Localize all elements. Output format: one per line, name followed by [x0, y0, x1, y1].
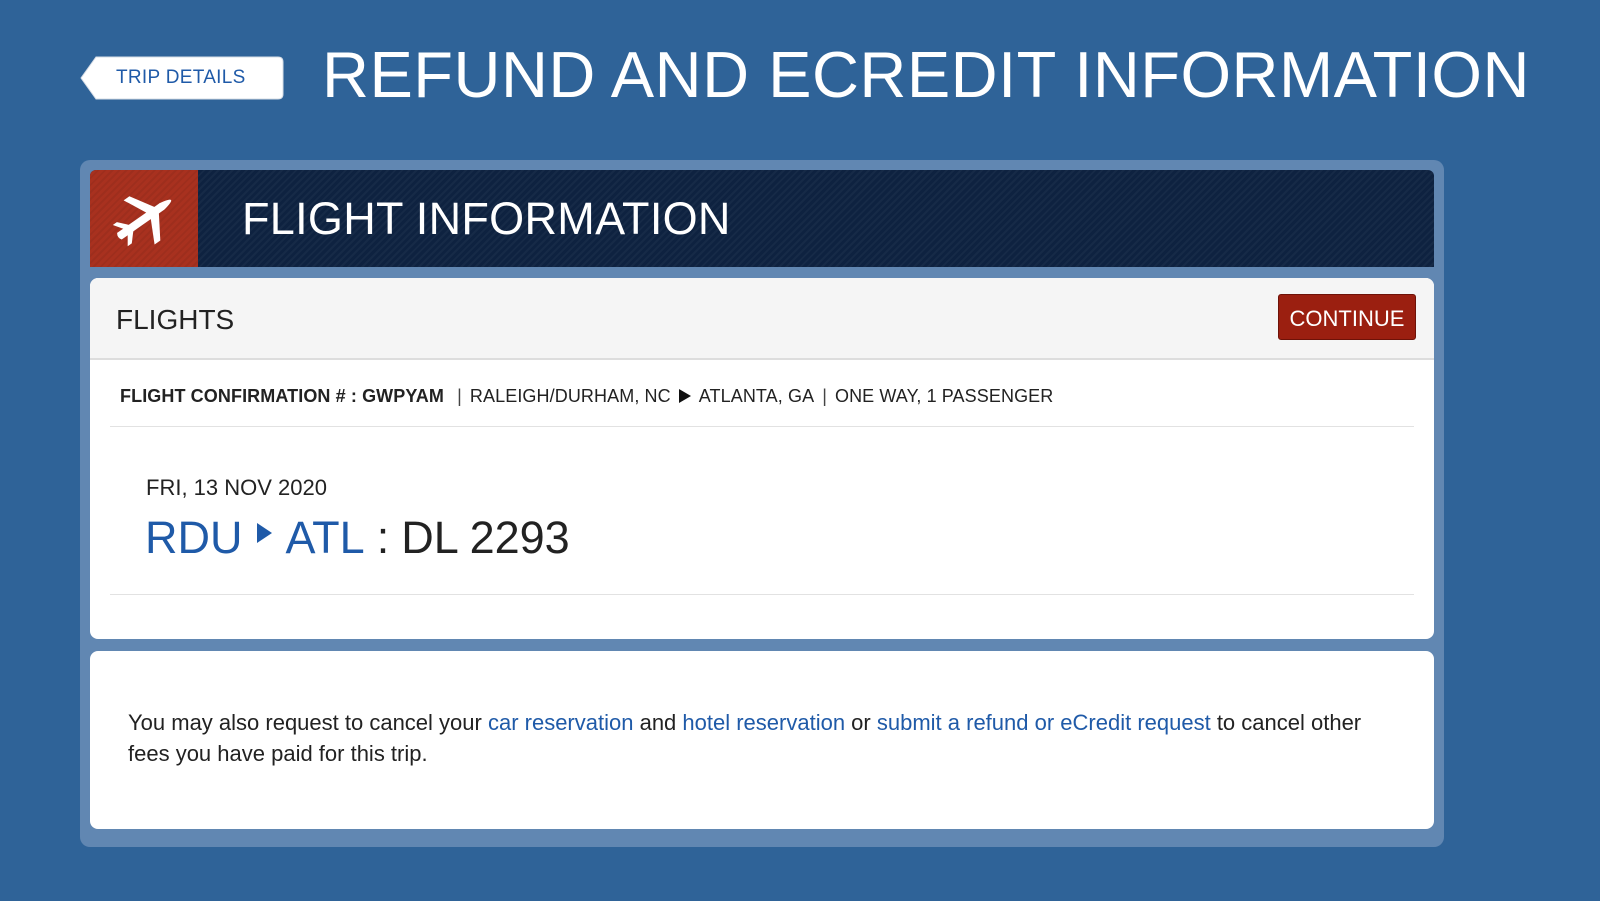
destination-airport-code[interactable]: ATL [286, 512, 365, 563]
route-arrow-icon [678, 389, 691, 403]
trip-details-button[interactable]: TRIP DETAILS [80, 56, 284, 100]
airplane-icon-box [90, 170, 198, 267]
flight-information-header: FLIGHT INFORMATION [90, 170, 1434, 267]
destination-city: ATLANTA, GA [698, 386, 815, 406]
confirmation-code: GWPYAM [362, 386, 445, 406]
confirmation-label: FLIGHT CONFIRMATION # : [120, 386, 357, 406]
trip-details-label: TRIP DETAILS [116, 67, 246, 88]
note-text-2: and [633, 710, 683, 735]
divider [110, 426, 1414, 427]
route-arrow-icon [256, 523, 272, 543]
origin-city: RALEIGH/DURHAM, NC [469, 386, 671, 406]
confirmation-line: FLIGHT CONFIRMATION # : GWPYAM | RALEIGH/… [120, 386, 1053, 407]
route-colon: : [376, 512, 390, 563]
note-text-3: or [845, 710, 877, 735]
additional-options-text: You may also request to cancel your car … [128, 707, 1408, 769]
flights-section-bar: FLIGHTS CONTINUE [90, 278, 1434, 360]
flight-number: DL 2293 [401, 512, 570, 563]
page-title: REFUND AND ECREDIT INFORMATION [322, 38, 1530, 111]
flights-section-title: FLIGHTS [116, 304, 235, 335]
additional-options-card: You may also request to cancel your car … [90, 651, 1434, 829]
airplane-icon [112, 196, 172, 247]
car-reservation-link[interactable]: car reservation [488, 710, 634, 735]
note-text-1: You may also request to cancel your [128, 710, 488, 735]
divider [110, 594, 1414, 595]
flight-information-title: FLIGHT INFORMATION [242, 193, 731, 244]
flights-card: FLIGHTS CONTINUE FLIGHT CONFIRMATION # :… [90, 278, 1434, 639]
flight-date: FRI, 13 NOV 2020 [146, 475, 327, 500]
trip-summary: ONE WAY, 1 PASSENGER [834, 386, 1054, 406]
origin-airport-code[interactable]: RDU [145, 512, 243, 563]
flight-route: RDU ATL: DL 2293 [145, 510, 570, 566]
hotel-reservation-link[interactable]: hotel reservation [682, 710, 845, 735]
refund-ecredit-request-link[interactable]: submit a refund or eCredit request [877, 710, 1211, 735]
flight-information-panel: FLIGHT INFORMATION FLIGHTS CONTINUE FLIG… [80, 160, 1444, 847]
separator: | [457, 386, 462, 406]
continue-button[interactable]: CONTINUE [1278, 294, 1416, 340]
separator: | [822, 386, 827, 406]
